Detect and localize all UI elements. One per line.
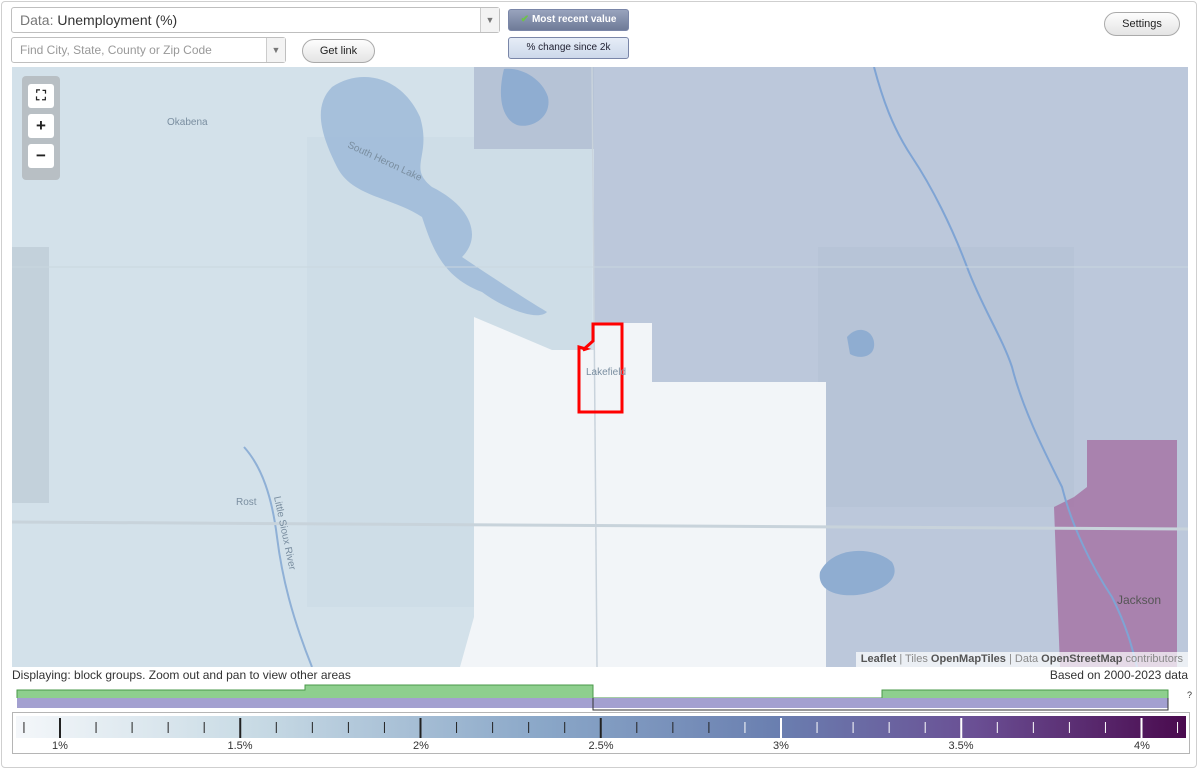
get-link-button[interactable]: Get link	[302, 39, 375, 63]
attribution-data[interactable]: OpenStreetMap	[1041, 653, 1122, 665]
fullscreen-icon[interactable]: ⛶	[28, 84, 54, 108]
attribution-tiles[interactable]: OpenMapTiles	[931, 653, 1006, 665]
map-attribution: Leaflet | Tiles OpenMapTiles | Data Open…	[855, 652, 1188, 667]
place-label-rost: Rost	[236, 497, 257, 508]
checkmark-icon: ✔	[520, 14, 529, 25]
chevron-down-icon[interactable]: ▼	[480, 8, 499, 32]
most-recent-value-toggle[interactable]: ✔ Most recent value	[508, 9, 629, 31]
map-svg: Okabena South Heron Lake Lakefield Rost …	[12, 67, 1188, 667]
scale-label-1: 1%	[52, 740, 68, 752]
scale-label-2: 2%	[413, 740, 429, 752]
location-search-input[interactable]: Find City, State, County or Zip Code ▼	[11, 37, 286, 63]
attribution-contrib: contributors	[1122, 653, 1183, 665]
color-scale-legend: 1% 1.5% 2% 2.5% 3% 3.5% 4%	[12, 712, 1190, 754]
scale-label-3-5: 3.5%	[948, 740, 974, 752]
data-select[interactable]: Data: Unemployment (%) ▼	[11, 7, 500, 33]
scale-label-4: 4%	[1134, 740, 1150, 752]
attribution-data-prefix: | Data	[1005, 653, 1042, 665]
data-select-value: Unemployment (%)	[57, 12, 178, 28]
data-select-prefix: Data:	[20, 12, 58, 28]
zoom-out-button[interactable]: −	[28, 144, 54, 168]
place-label-okabena: Okabena	[167, 117, 208, 128]
histogram-green-series	[16, 684, 1169, 699]
lake-east-small	[847, 329, 875, 357]
zoom-in-button[interactable]: +	[28, 114, 54, 138]
attribution-tiles-prefix: | Tiles	[896, 653, 931, 665]
histogram-question-mark: ?	[1187, 690, 1192, 700]
scale-label-1-5: 1.5%	[227, 740, 253, 752]
place-label-lakefield: Lakefield	[586, 367, 626, 378]
chevron-down-icon[interactable]: ▼	[266, 38, 285, 62]
scale-label-2-5: 2.5%	[588, 740, 614, 752]
search-placeholder: Find City, State, County or Zip Code	[20, 43, 212, 57]
most-recent-label: Most recent value	[531, 14, 617, 25]
attribution-leaflet[interactable]: Leaflet	[861, 653, 896, 665]
based-on-text: Based on 2000-2023 data	[1049, 668, 1188, 682]
histogram-strip: ?	[16, 684, 1192, 711]
map-canvas[interactable]: Okabena South Heron Lake Lakefield Rost …	[12, 67, 1188, 667]
zoom-controls: ⛶ + −	[22, 76, 60, 180]
place-label-jackson: Jackson	[1117, 593, 1161, 607]
settings-button[interactable]: Settings	[1104, 12, 1180, 36]
percent-change-toggle[interactable]: % change since 2k	[508, 37, 629, 59]
scale-label-3: 3%	[773, 740, 789, 752]
displaying-text: Displaying: block groups. Zoom out and p…	[12, 668, 351, 682]
region-far-west	[12, 247, 49, 503]
region-east-center	[818, 247, 1074, 507]
